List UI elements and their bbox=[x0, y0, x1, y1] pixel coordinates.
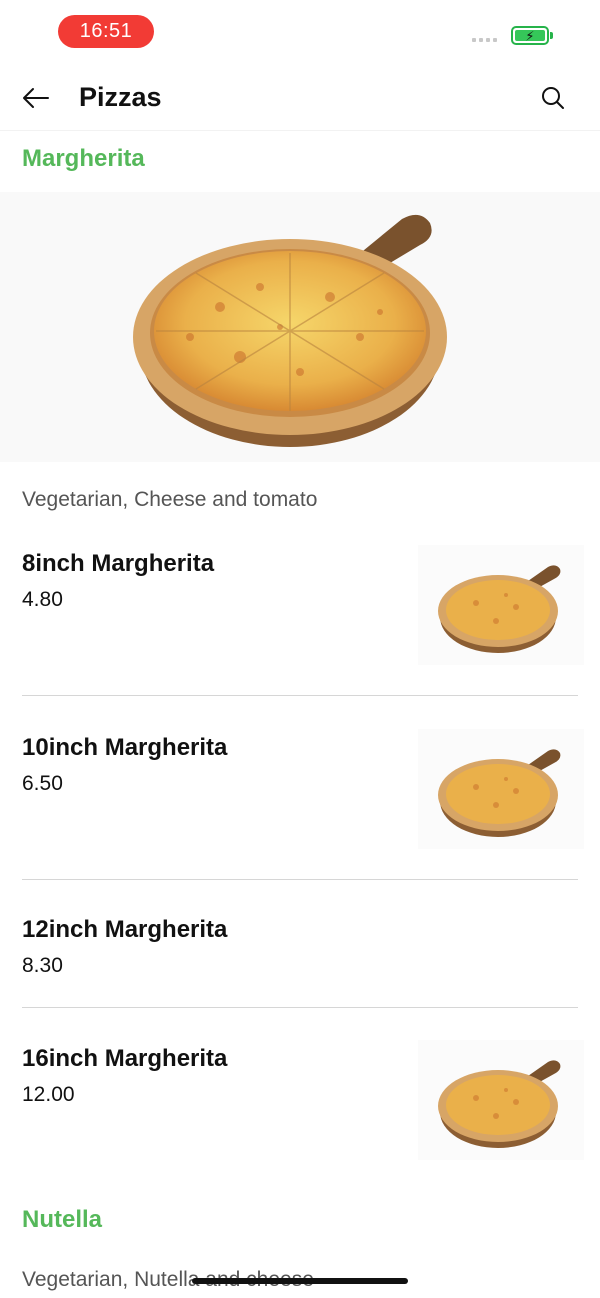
item-name: 8inch Margherita bbox=[22, 550, 215, 577]
item-name: 10inch Margherita bbox=[22, 734, 228, 761]
battery-tip bbox=[550, 32, 553, 39]
menu-item[interactable]: 16inch Margherita 12.00 bbox=[0, 1035, 600, 1165]
pizza-thumbnail-image bbox=[438, 749, 561, 837]
menu-item[interactable]: 12inch Margherita 8.30 bbox=[0, 906, 600, 1006]
item-thumbnail bbox=[418, 1040, 584, 1160]
menu-item[interactable]: 8inch Margherita 4.80 bbox=[0, 540, 600, 696]
pizza-thumbnail-image bbox=[438, 1060, 561, 1148]
section-description: Vegetarian, Cheese and tomato bbox=[22, 488, 318, 511]
search-icon bbox=[542, 87, 564, 109]
back-button[interactable] bbox=[14, 78, 58, 118]
section-title-nutella: Nutella bbox=[22, 1206, 103, 1233]
status-time: 16:51 bbox=[58, 15, 154, 48]
item-price: 4.80 bbox=[22, 588, 63, 611]
item-divider bbox=[22, 695, 578, 696]
header: Pizzas bbox=[0, 66, 600, 130]
item-thumbnail bbox=[418, 545, 584, 665]
back-arrow-icon bbox=[23, 88, 49, 108]
menu-item[interactable]: 10inch Margherita 6.50 bbox=[0, 724, 600, 880]
item-divider bbox=[22, 879, 578, 880]
item-name: 12inch Margherita bbox=[22, 916, 228, 943]
item-price: 8.30 bbox=[22, 954, 63, 977]
item-name: 16inch Margherita bbox=[22, 1045, 228, 1072]
item-price: 12.00 bbox=[22, 1083, 75, 1106]
item-divider bbox=[22, 1007, 578, 1008]
section-title-margherita: Margherita bbox=[22, 145, 145, 172]
battery-icon: ⚡ bbox=[511, 26, 549, 45]
status-bar: 16:51 ⚡ bbox=[0, 0, 600, 64]
pizza-hero-image bbox=[133, 214, 447, 447]
item-thumbnail bbox=[418, 729, 584, 849]
header-divider bbox=[0, 130, 600, 131]
pizza-thumbnail-image bbox=[438, 565, 561, 653]
page-title: Pizzas bbox=[79, 82, 162, 112]
home-indicator[interactable] bbox=[192, 1278, 408, 1284]
item-price: 6.50 bbox=[22, 772, 63, 795]
signal-icon bbox=[472, 38, 497, 42]
section-hero-image bbox=[0, 192, 600, 462]
search-button[interactable] bbox=[530, 78, 576, 118]
